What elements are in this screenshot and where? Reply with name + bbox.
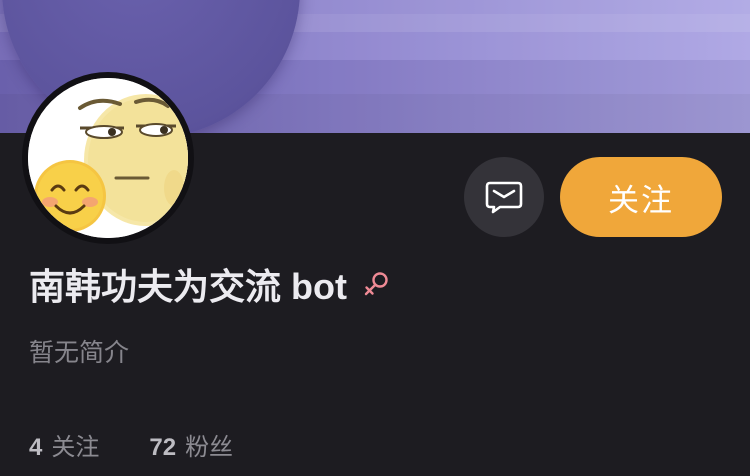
following-count: 4 bbox=[29, 433, 43, 461]
profile-stats: 4 关注 72 粉丝 bbox=[29, 424, 233, 464]
message-icon bbox=[485, 181, 523, 214]
following-label: 关注 bbox=[51, 433, 100, 461]
profile-name: 南韩功夫为交流 bot bbox=[29, 266, 347, 307]
followers-stat[interactable]: 72 粉丝 bbox=[149, 427, 233, 462]
follow-button[interactable]: 关注 bbox=[560, 157, 722, 237]
followers-label: 粉丝 bbox=[185, 433, 234, 461]
emoji-sticker-avatar bbox=[28, 78, 188, 238]
profile-name-row: 南韩功夫为交流 bot bbox=[29, 258, 391, 310]
message-button[interactable] bbox=[464, 157, 544, 237]
avatar-image bbox=[28, 78, 188, 238]
following-stat[interactable]: 4 关注 bbox=[29, 427, 99, 462]
avatar[interactable] bbox=[22, 72, 194, 244]
profile-page: 关注 南韩功夫为交流 bot 暂无简介 4 关注 72 粉丝 bbox=[0, 0, 750, 476]
profile-bio: 暂无简介 bbox=[29, 339, 130, 367]
female-icon bbox=[361, 269, 391, 299]
followers-count: 72 bbox=[149, 433, 177, 461]
